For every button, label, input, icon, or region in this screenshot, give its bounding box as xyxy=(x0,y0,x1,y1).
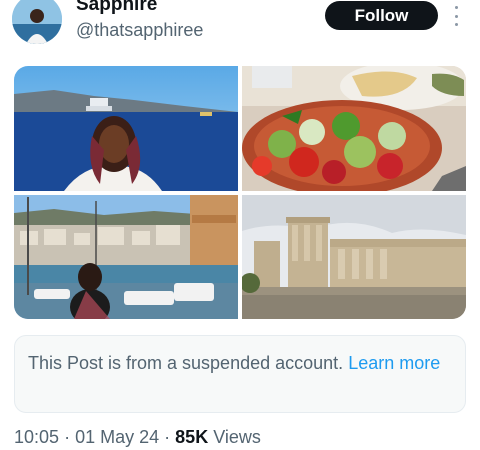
more-vertical-icon[interactable] xyxy=(449,4,463,28)
post-time[interactable]: 10:05 xyxy=(14,427,59,447)
photo-erechtheion-ruins[interactable] xyxy=(242,195,466,319)
avatar[interactable] xyxy=(12,0,62,44)
post-header: Sapphire @thatsapphiree Follow xyxy=(0,0,480,52)
photo-harbor-town[interactable] xyxy=(14,195,238,319)
photo-greek-salad[interactable] xyxy=(242,66,466,191)
follow-button[interactable]: Follow xyxy=(325,1,438,30)
photo-woman-on-boat[interactable] xyxy=(14,66,238,191)
views-label: Views xyxy=(213,427,261,447)
media-grid xyxy=(14,66,466,319)
author-display-name[interactable]: Sapphire xyxy=(76,0,157,16)
notice-text: This Post is from a suspended account. xyxy=(28,353,344,373)
author-handle[interactable]: @thatsapphiree xyxy=(76,19,203,41)
meta-separator-2: · xyxy=(164,427,171,447)
suspended-account-notice: This Post is from a suspended account. L… xyxy=(14,335,466,413)
learn-more-link[interactable]: Learn more xyxy=(348,353,440,373)
meta-separator: · xyxy=(64,427,71,447)
post-meta: 10:05 · 01 May 24 · 85K Views xyxy=(14,426,261,448)
post-date[interactable]: 01 May 24 xyxy=(75,427,159,447)
views-count: 85K xyxy=(175,427,209,447)
